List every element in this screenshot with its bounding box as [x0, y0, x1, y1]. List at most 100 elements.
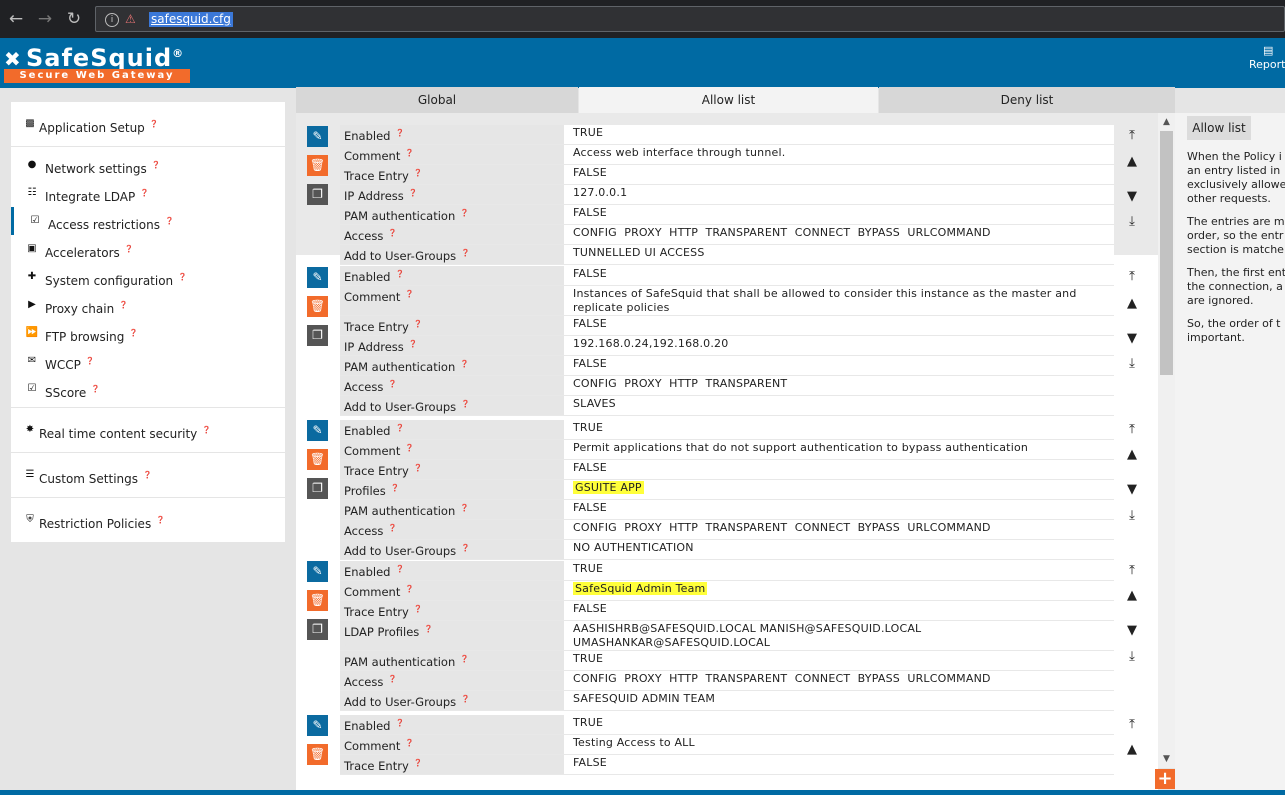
help-icon[interactable]: ❓	[391, 480, 400, 496]
help-icon[interactable]: ❓	[424, 621, 433, 637]
help-icon[interactable]: ❓	[202, 408, 211, 452]
help-icon[interactable]: ❓	[388, 225, 397, 241]
help-icon[interactable]: ❓	[395, 125, 404, 141]
sidebar-group-custom-settings[interactable]: ☰ Custom Settings ❓	[11, 453, 285, 497]
insecure-lock-icon[interactable]: ⚠	[125, 11, 139, 27]
trash-icon[interactable]: 🗑	[307, 155, 328, 176]
move-top-icon[interactable]: ⤒	[1123, 562, 1141, 580]
move-bottom-icon[interactable]: ⤓	[1123, 507, 1141, 525]
copy-icon[interactable]: ❐	[307, 184, 328, 205]
move-bottom-icon[interactable]: ⤓	[1123, 648, 1141, 666]
policy-entry[interactable]: ✎ 🗑 ❐ Enabled ❓ FALSE Comment ❓ Instances of…	[296, 255, 1158, 416]
help-icon[interactable]: ❓	[405, 286, 414, 302]
help-icon[interactable]: ❓	[150, 102, 159, 146]
safesquid-logo[interactable]: ✖ SafeSquid® Secure Web Gateway	[4, 40, 190, 84]
plus-icon[interactable]: +	[1155, 769, 1175, 789]
sidebar-item-integrate-ldap[interactable]: ☷ Integrate LDAP ❓	[11, 179, 285, 207]
help-icon[interactable]: ❓	[91, 375, 100, 403]
copy-icon[interactable]: ❐	[307, 478, 328, 499]
move-up-icon[interactable]: ▲	[1123, 587, 1141, 605]
help-icon[interactable]: ❓	[156, 498, 165, 542]
policy-entry[interactable]: ✎ 🗑 Enabled ❓ TRUE Comment ❓ Testing Access …	[296, 704, 1158, 795]
scrollbar-thumb[interactable]	[1160, 131, 1173, 375]
help-icon[interactable]: ❓	[395, 266, 404, 282]
sidebar-group-application-setup[interactable]: ▩ Application Setup ❓	[11, 102, 285, 146]
address-bar[interactable]: i ⚠ safesquid.cfg	[95, 6, 1285, 32]
move-down-icon[interactable]: ▼	[1123, 330, 1141, 348]
reports-link[interactable]: ▤ Report	[1245, 44, 1285, 80]
help-icon[interactable]: ❓	[405, 581, 414, 597]
help-icon[interactable]: ❓	[152, 151, 161, 179]
help-icon[interactable]: ❓	[129, 319, 138, 347]
info-icon[interactable]: i	[105, 13, 119, 27]
help-icon[interactable]: ❓	[125, 235, 134, 263]
help-icon[interactable]: ❓	[414, 601, 423, 617]
scroll-down-icon[interactable]: ▼	[1158, 752, 1175, 766]
help-icon[interactable]: ❓	[460, 205, 469, 221]
scroll-up-icon[interactable]: ▲	[1158, 115, 1175, 129]
help-icon[interactable]: ❓	[143, 453, 152, 497]
help-icon[interactable]: ❓	[119, 291, 128, 319]
sidebar-item-accelerators[interactable]: ▣ Accelerators ❓	[11, 235, 285, 263]
sidebar-group-real-time-content-security[interactable]: ✸ Real time content security ❓	[11, 408, 285, 452]
trash-icon[interactable]: 🗑	[307, 744, 328, 765]
help-icon[interactable]: ❓	[395, 420, 404, 436]
help-icon[interactable]: ❓	[86, 347, 95, 375]
sidebar-item-system-configuration[interactable]: ✚ System configuration ❓	[11, 263, 285, 291]
policy-entry[interactable]: ✎ 🗑 ❐ Enabled ❓ TRUE Comment ❓ Permit applic…	[296, 409, 1158, 560]
move-down-icon[interactable]: ▼	[1123, 481, 1141, 499]
move-down-icon[interactable]: ▼	[1123, 622, 1141, 640]
help-icon[interactable]: ❓	[405, 735, 414, 751]
trash-icon[interactable]: 🗑	[307, 590, 328, 611]
help-icon[interactable]: ❓	[460, 651, 469, 667]
move-top-icon[interactable]: ⤒	[1123, 716, 1141, 734]
help-icon[interactable]: ❓	[414, 165, 423, 181]
help-icon[interactable]: ❓	[460, 356, 469, 372]
help-icon[interactable]: ❓	[395, 715, 404, 731]
forward-icon[interactable]: →	[35, 9, 55, 29]
help-icon[interactable]: ❓	[460, 500, 469, 516]
tab-deny-list[interactable]: Deny list	[879, 87, 1175, 113]
entries-scrollbar[interactable]: ▲ ▼	[1158, 113, 1175, 768]
move-top-icon[interactable]: ⤒	[1123, 421, 1141, 439]
help-icon[interactable]: ❓	[140, 179, 149, 207]
edit-icon[interactable]: ✎	[307, 561, 328, 582]
tab-allow-list[interactable]: Allow list	[579, 87, 878, 113]
trash-icon[interactable]: 🗑	[307, 296, 328, 317]
edit-icon[interactable]: ✎	[307, 715, 328, 736]
policy-entry[interactable]: ✎ 🗑 ❐ Enabled ❓ TRUE Comment ❓ SafeSquid Adm…	[296, 550, 1158, 711]
move-up-icon[interactable]: ▲	[1123, 741, 1141, 759]
policy-entry[interactable]: ✎ 🗑 ❐ Enabled ❓ TRUE Comment ❓ Access web in…	[296, 113, 1158, 265]
move-up-icon[interactable]: ▲	[1123, 295, 1141, 313]
sidebar-item-wccp[interactable]: ✉ WCCP ❓	[11, 347, 285, 375]
sidebar-item-proxy-chain[interactable]: ▶ Proxy chain ❓	[11, 291, 285, 319]
help-icon[interactable]: ❓	[409, 336, 418, 352]
help-icon[interactable]: ❓	[409, 185, 418, 201]
help-icon[interactable]: ❓	[388, 520, 397, 536]
move-up-icon[interactable]: ▲	[1123, 446, 1141, 464]
move-bottom-icon[interactable]: ⤓	[1123, 355, 1141, 373]
help-icon[interactable]: ❓	[414, 460, 423, 476]
help-icon[interactable]: ❓	[165, 207, 174, 235]
url-text[interactable]: safesquid.cfg	[149, 12, 233, 27]
back-icon[interactable]: ←	[6, 9, 26, 29]
trash-icon[interactable]: 🗑	[307, 449, 328, 470]
sidebar-item-sscore[interactable]: ☑ SScore ❓	[11, 375, 285, 403]
move-top-icon[interactable]: ⤒	[1123, 127, 1141, 145]
tab-global[interactable]: Global	[296, 87, 578, 113]
help-icon[interactable]: ❓	[388, 376, 397, 392]
reload-icon[interactable]: ↻	[64, 9, 84, 29]
help-icon[interactable]: ❓	[405, 145, 414, 161]
move-top-icon[interactable]: ⤒	[1123, 268, 1141, 286]
sidebar-item-network-settings[interactable]: ● Network settings ❓	[11, 151, 285, 179]
help-icon[interactable]: ❓	[178, 263, 187, 291]
help-icon[interactable]: ❓	[395, 561, 404, 577]
edit-icon[interactable]: ✎	[307, 267, 328, 288]
move-down-icon[interactable]: ▼	[1123, 188, 1141, 206]
copy-icon[interactable]: ❐	[307, 619, 328, 640]
help-icon[interactable]: ❓	[414, 755, 423, 771]
help-icon[interactable]: ❓	[388, 671, 397, 687]
move-up-icon[interactable]: ▲	[1123, 153, 1141, 171]
edit-icon[interactable]: ✎	[307, 126, 328, 147]
sidebar-item-access-restrictions[interactable]: ☑ Access restrictions ❓	[11, 207, 285, 235]
